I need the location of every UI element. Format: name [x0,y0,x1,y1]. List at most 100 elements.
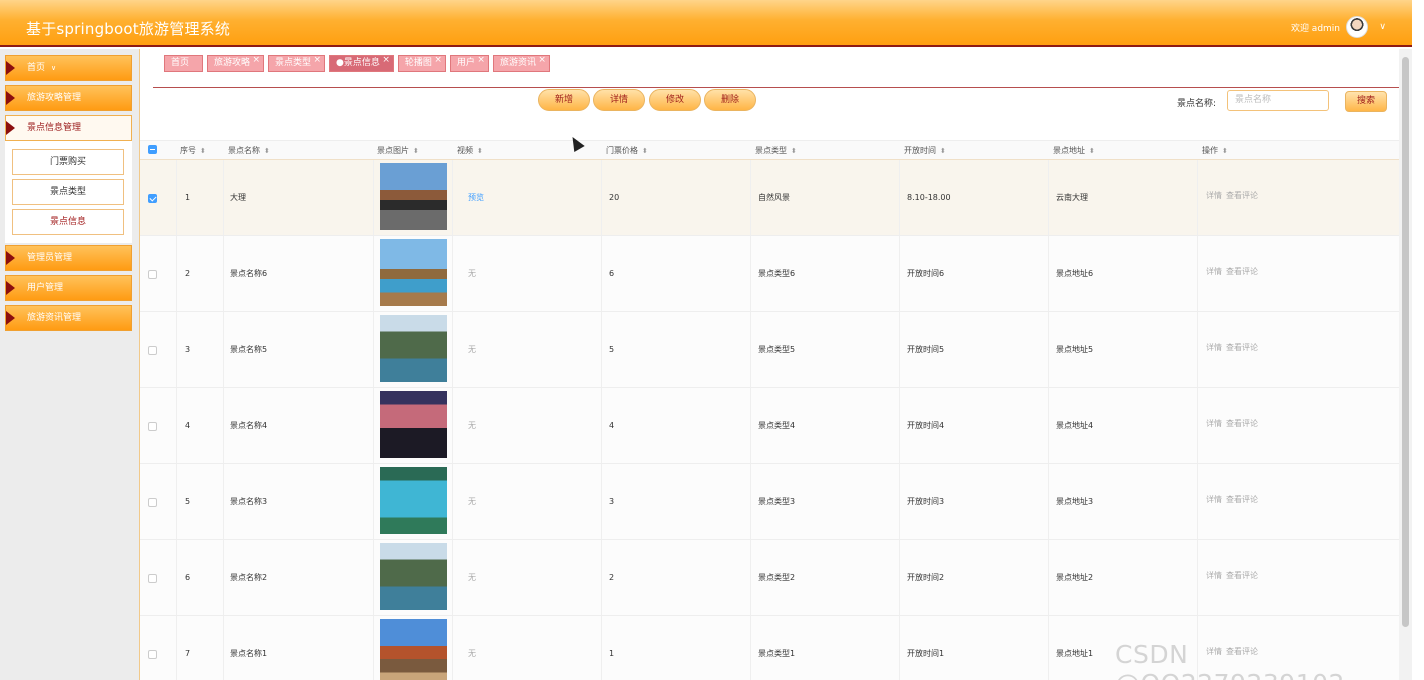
column-header[interactable]: 门票价格 ⬍ [606,141,648,161]
column-header[interactable]: 景点地址 ⬍ [1053,141,1095,161]
spot-image[interactable] [380,163,447,230]
table-row[interactable]: 2 景点名称6 6 景点类型6 开放时间6 景点地址6 无 详情 查看评论 [140,236,1400,312]
row-comments-link[interactable]: 查看评论 [1226,191,1258,200]
tab-news[interactable]: 旅游资讯 × [492,53,550,72]
table-row[interactable]: 5 景点名称3 3 景点类型3 开放时间3 景点地址3 无 详情 查看评论 [140,464,1400,540]
sidebar-item-home[interactable]: 首页 ∨ [5,55,132,81]
column-divider [1048,160,1049,235]
user-avatar-icon[interactable] [1346,16,1368,38]
detail-button[interactable]: 详情 [593,89,645,111]
row-comments-link[interactable]: 查看评论 [1226,495,1258,504]
cell-price: 20 [609,193,620,202]
row-checkbox[interactable] [148,194,157,203]
sidebar-item-news-management[interactable]: 旅游资讯管理 [5,305,132,331]
spot-image[interactable] [380,467,447,534]
search-input[interactable]: 景点名称 [1227,90,1329,111]
column-divider [223,312,224,387]
column-divider [452,236,453,311]
column-divider [750,236,751,311]
table-row[interactable]: 4 景点名称4 4 景点类型4 开放时间4 景点地址4 无 详情 查看评论 [140,388,1400,464]
row-comments-link[interactable]: 查看评论 [1226,571,1258,580]
add-button[interactable]: 新增 [538,89,590,111]
column-header[interactable]: 开放时间 ⬍ [904,141,946,161]
chevron-down-icon[interactable]: ∨ [1379,22,1386,32]
submenu-item-spot-info[interactable]: 景点信息 [12,209,124,235]
column-divider [176,160,177,235]
column-header[interactable]: 序号 ⬍ [180,141,206,161]
cell-open: 开放时间1 [907,649,945,658]
row-actions: 详情 查看评论 [1206,190,1262,201]
tab-label: 轮播图 [404,58,432,68]
table-row[interactable]: 1 大理 20 自然风景 8.10-18.00 云南大理 预览 详情 查看评论 [140,160,1400,236]
sidebar-item-spot-management[interactable]: 景点信息管理 [5,115,132,141]
cell-video: 无 [468,649,476,658]
row-detail-link[interactable]: 详情 [1206,419,1222,428]
column-label: 视频 [457,146,473,155]
close-icon[interactable]: × [252,53,260,68]
column-header[interactable]: 景点图片 ⬍ [377,141,419,161]
row-checkbox[interactable] [148,346,157,355]
column-header[interactable]: 景点名称 ⬍ [228,141,270,161]
cell-no: 1 [185,193,191,202]
spot-image[interactable] [380,543,447,610]
row-detail-link[interactable]: 详情 [1206,267,1222,276]
spot-image[interactable] [380,391,447,458]
row-detail-link[interactable]: 详情 [1206,191,1222,200]
spot-image[interactable] [380,239,447,306]
table-row[interactable]: 6 景点名称2 2 景点类型2 开放时间2 景点地址2 无 详情 查看评论 [140,540,1400,616]
submenu-item-spot-type[interactable]: 景点类型 [12,179,124,205]
column-header[interactable]: 景点类型 ⬍ [755,141,797,161]
cell-type: 景点类型3 [758,497,796,506]
tab-guide[interactable]: 旅游攻略 × [207,53,265,72]
column-divider [899,616,900,680]
search-button[interactable]: 搜索 [1345,91,1387,112]
row-actions: 详情 查看评论 [1206,342,1262,353]
table-row[interactable]: 3 景点名称5 5 景点类型5 开放时间5 景点地址5 无 详情 查看评论 [140,312,1400,388]
column-divider [452,540,453,615]
tab-spot-info[interactable]: ●景点信息 × [329,55,394,72]
row-checkbox[interactable] [148,574,157,583]
row-comments-link[interactable]: 查看评论 [1226,267,1258,276]
close-icon[interactable]: × [382,53,390,68]
delete-button[interactable]: 删除 [704,89,756,111]
spot-image[interactable] [380,619,447,680]
column-header[interactable]: 视频 ⬍ [457,141,483,161]
row-checkbox[interactable] [148,498,157,507]
scrollbar-thumb[interactable] [1402,57,1409,627]
column-divider [176,236,177,311]
sidebar-item-guide-management[interactable]: 旅游攻略管理 [5,85,132,111]
column-header[interactable]: 操作 ⬍ [1202,141,1228,161]
tab-user[interactable]: 用户 × [449,53,489,72]
table-header: 序号 ⬍ 景点名称 ⬍ 景点图片 ⬍ 视频 ⬍ 门票价格 ⬍ 景点类型 ⬍ 开放时间 ⬍ 景点… [140,140,1400,160]
vertical-scrollbar[interactable] [1399,49,1412,680]
sidebar-item-admin-management[interactable]: 管理员管理 [5,245,132,271]
close-icon[interactable]: × [434,53,442,68]
row-comments-link[interactable]: 查看评论 [1226,419,1258,428]
row-comments-link[interactable]: 查看评论 [1226,343,1258,352]
column-divider [452,160,453,235]
close-icon[interactable]: × [477,53,485,68]
tab-home[interactable]: 首页 [164,55,204,72]
close-icon[interactable]: × [314,53,322,68]
row-detail-link[interactable]: 详情 [1206,343,1222,352]
tab-carousel[interactable]: 轮播图 × [397,53,446,72]
submenu-item-ticket[interactable]: 门票购买 [12,149,124,175]
row-checkbox[interactable] [148,650,157,659]
spot-image[interactable] [380,315,447,382]
column-label: 开放时间 [904,146,936,155]
cell-video: 无 [468,421,476,430]
sidebar-item-user-management[interactable]: 用户管理 [5,275,132,301]
tab-label: 景点类型 [275,58,312,68]
close-icon[interactable]: × [538,53,546,68]
row-checkbox[interactable] [148,270,157,279]
column-divider [899,160,900,235]
cell-price: 2 [609,573,615,582]
sort-icon: ⬍ [1089,147,1095,155]
select-all-checkbox[interactable] [148,145,157,154]
edit-button[interactable]: 修改 [649,89,701,111]
row-detail-link[interactable]: 详情 [1206,495,1222,504]
row-detail-link[interactable]: 详情 [1206,571,1222,580]
tab-spot-type[interactable]: 景点类型 × [268,53,326,72]
row-checkbox[interactable] [148,422,157,431]
cell-video[interactable]: 预览 [468,160,484,236]
